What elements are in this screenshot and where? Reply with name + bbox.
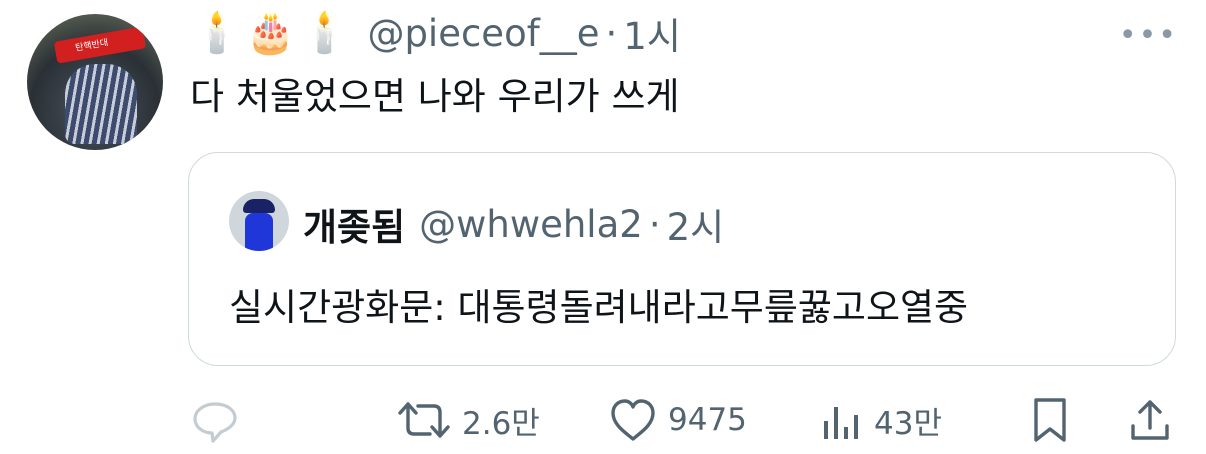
- tweet-timestamp[interactable]: 1시: [623, 6, 681, 60]
- avatar-figure: [245, 213, 273, 251]
- reply-icon: [193, 402, 237, 443]
- reply-button[interactable]: [190, 392, 240, 448]
- quoted-tweet-header: 개좆됨 @whwehla2 · 2시: [303, 197, 724, 251]
- analytics-icon: [824, 407, 858, 439]
- heart-icon: [611, 399, 655, 441]
- quoted-tweet-timestamp[interactable]: 2시: [667, 197, 725, 251]
- quoted-author-name[interactable]: 개좆됨: [303, 197, 405, 251]
- avatar-cap: [243, 199, 275, 213]
- separator-dot: ·: [605, 11, 618, 55]
- views-button[interactable]: 43만: [820, 392, 942, 448]
- quoted-tweet-card[interactable]: 개좆됨 @whwehla2 · 2시 실시간광화문: 대통령돌려내라고무릎꿇고오…: [188, 152, 1176, 366]
- share-button[interactable]: [1128, 392, 1172, 448]
- like-button[interactable]: 9475: [608, 392, 747, 448]
- bookmark-icon: [1034, 398, 1066, 442]
- tweet-text: 다 처울었으면 나와 우리가 쓰게: [190, 75, 680, 118]
- candle-emoji: 🕯️: [192, 10, 242, 56]
- author-handle[interactable]: @pieceof__e: [367, 12, 599, 55]
- more-options-button[interactable]: •••: [1119, 18, 1178, 53]
- quoted-tweet-text: 실시간광화문: 대통령돌려내라고무릎꿇고오열중: [229, 286, 969, 329]
- separator-dot: ·: [648, 202, 661, 246]
- retweet-count: 2.6만: [462, 405, 540, 442]
- candle-emoji: 🕯️: [299, 10, 350, 56]
- author-avatar[interactable]: 탄핵반대: [27, 14, 163, 150]
- quoted-author-avatar[interactable]: [229, 191, 289, 251]
- tweet-action-bar: 2.6만 9475 43만: [0, 392, 1206, 452]
- avatar-figure: [65, 64, 137, 144]
- quoted-author-handle[interactable]: @whwehla2: [419, 203, 643, 246]
- share-icon: [1131, 400, 1169, 440]
- retweet-icon: [398, 402, 450, 438]
- tweet-header: 🕯️ 🎂 🕯️ @pieceof__e · 1시: [192, 6, 681, 60]
- views-count: 43만: [874, 405, 942, 442]
- bookmark-button[interactable]: [1030, 392, 1070, 448]
- like-count: 9475: [668, 402, 747, 438]
- cake-emoji: 🎂: [245, 10, 296, 56]
- retweet-button[interactable]: 2.6만: [396, 392, 540, 448]
